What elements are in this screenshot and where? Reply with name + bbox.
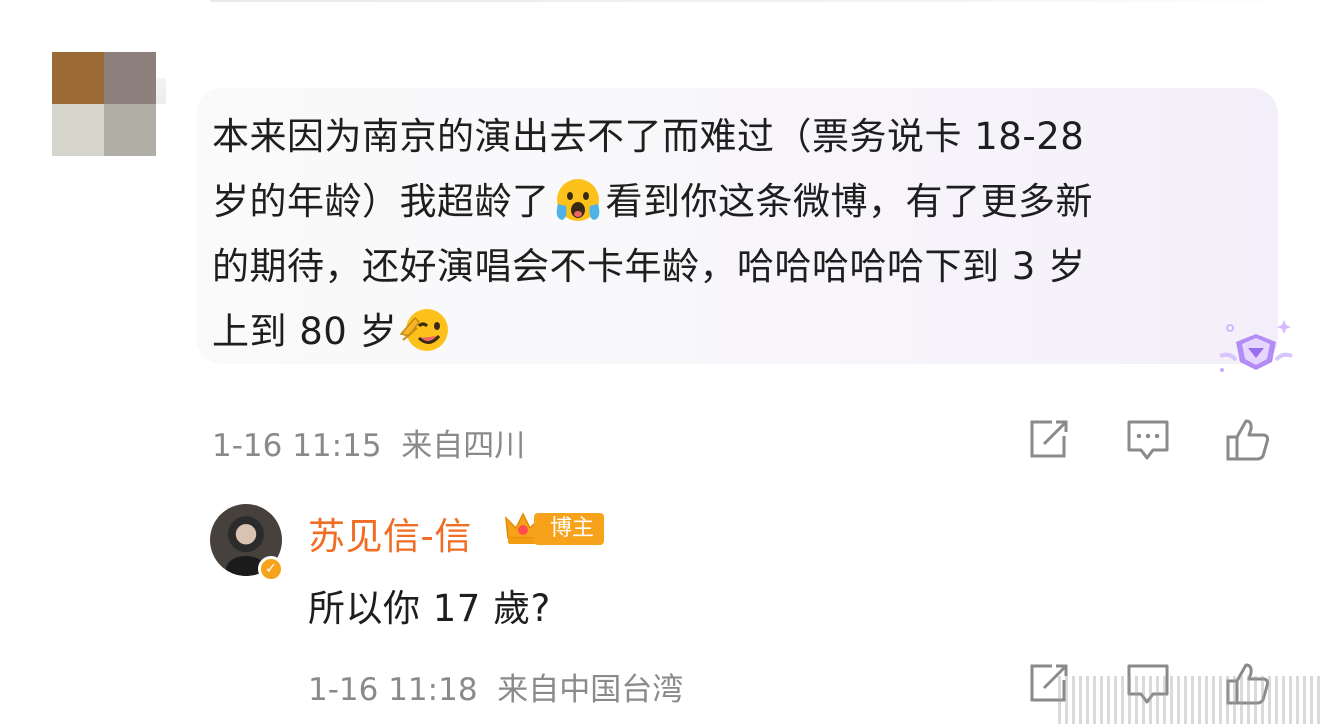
share-button[interactable] — [1022, 416, 1074, 464]
comment-line-2a: 岁的年龄）我超龄了 — [212, 180, 550, 223]
reply-text: 所以你 17 歲? — [308, 587, 551, 630]
avatar-edge — [156, 78, 166, 104]
divider — [210, 0, 1320, 2]
diamond-member-icon — [1214, 316, 1298, 380]
comment-location: 来自四川 — [401, 428, 526, 464]
comment-line-1: 本来因为南京的演出去不了而难过（票务说卡 18-28 — [212, 115, 1085, 158]
comment-actions — [1022, 416, 1274, 464]
crying-face-icon — [550, 174, 606, 224]
verified-icon: ✓ — [258, 556, 284, 582]
reply-meta: 1-16 11:18 来自中国台湾 — [308, 664, 683, 709]
share-icon — [1030, 420, 1068, 458]
comment-text: 本来因为南京的演出去不了而难过（票务说卡 18-28 岁的年龄）我超龄了 看到你这… — [212, 104, 1257, 364]
reply-author[interactable]: 苏见信-信 — [308, 506, 472, 560]
reply-timestamp: 1-16 11:18 — [308, 672, 478, 708]
comment-line-3: 的期待，还好演唱会不卡年龄，哈哈哈哈哈下到 3 岁 — [212, 245, 1086, 288]
like-icon — [1226, 419, 1270, 461]
like-button[interactable] — [1222, 416, 1274, 464]
comment-icon — [1127, 420, 1169, 460]
comment-line-4: 上到 80 岁 — [212, 310, 398, 353]
wink-hand-face-icon — [397, 304, 453, 354]
blogger-badge-label: 博主 — [534, 513, 605, 545]
comment-timestamp: 1-16 11:15 — [212, 428, 382, 464]
blogger-badge: 博主 — [502, 508, 605, 550]
commenter-avatar[interactable] — [52, 52, 156, 156]
reply-location: 来自中国台湾 — [497, 672, 684, 708]
comment-meta: 1-16 11:15 来自四川 — [212, 420, 525, 465]
comment-line-2b: 看到你这条微博，有了更多新 — [605, 180, 1093, 223]
watermark — [1058, 676, 1320, 724]
comment-button[interactable] — [1122, 416, 1174, 464]
